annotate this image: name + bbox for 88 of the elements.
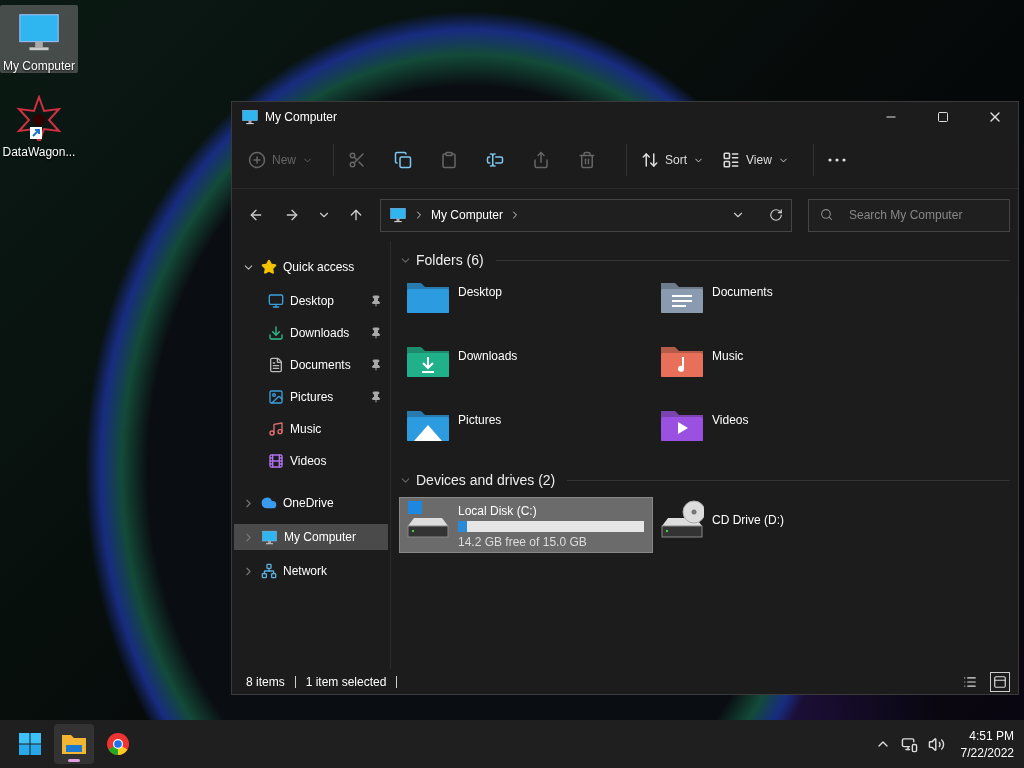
more-icon (827, 158, 846, 162)
desktop-icon[interactable]: My Computer (0, 5, 78, 73)
browser-icon (106, 732, 130, 756)
text-cursor-icon (486, 151, 504, 169)
address-bar[interactable]: My Computer (380, 198, 792, 232)
scissors-icon (348, 151, 366, 169)
view-button[interactable]: View (714, 142, 797, 178)
clock-time: 4:51 PM (969, 728, 1014, 743)
section-header[interactable]: Devices and drives (2) (416, 472, 556, 488)
volume-icon[interactable] (927, 735, 945, 753)
drive-tile[interactable]: CD Drive (D:) (653, 497, 907, 553)
list-icon (963, 674, 977, 689)
sidebar-item[interactable]: Desktop (234, 288, 388, 314)
clock-date: 7/22/2022 (960, 745, 1014, 760)
refresh-icon (769, 208, 783, 222)
drive-name: CD Drive (D:) (712, 513, 785, 527)
hard-drive-icon (406, 500, 450, 538)
cd-drive-icon (660, 500, 704, 538)
drive-name: Local Disk (C:) (458, 504, 538, 518)
computer-icon (389, 206, 407, 224)
download-icon (268, 325, 284, 341)
computer-icon (261, 528, 278, 546)
network-icon (261, 563, 277, 579)
address-path: My Computer (431, 208, 504, 222)
sort-icon (641, 151, 659, 169)
share-icon (532, 151, 550, 169)
folder-icon (660, 344, 704, 378)
desktop-icon-label: My Computer (3, 59, 75, 73)
folder-name: Downloads (458, 349, 518, 363)
folder-icon (61, 733, 87, 755)
tile-icon (993, 674, 1007, 689)
drive-tile[interactable]: Local Disk (C:) 14.2 GB free of 15.0 GB (399, 497, 653, 553)
status-text: 8 items (246, 674, 285, 689)
folder-icon (660, 408, 704, 442)
file-explorer-button[interactable] (54, 724, 94, 764)
trash-icon (578, 151, 596, 169)
tiles-view-button[interactable] (990, 671, 1010, 692)
list-icon (722, 151, 741, 169)
folder-name: Desktop (458, 285, 503, 299)
maximize-icon (937, 111, 949, 123)
sidebar-item[interactable]: OneDrive (234, 490, 388, 516)
arrow-right-icon (284, 207, 300, 223)
sidebar-item[interactable]: Network (234, 558, 388, 584)
folder-name: Music (712, 349, 744, 363)
desktop-icon[interactable]: DataWagon... (0, 91, 78, 159)
monitor-icon (268, 293, 284, 309)
desktop-icon-label: DataWagon... (2, 145, 76, 159)
search-icon (820, 207, 833, 221)
computer-icon (241, 108, 259, 126)
sidebar-item[interactable]: Videos (234, 448, 388, 474)
folder-tile[interactable]: Videos (653, 405, 907, 461)
window-title: My Computer (265, 110, 339, 124)
folder-tile[interactable]: Downloads (399, 341, 653, 397)
sidebar-item[interactable]: Pictures (234, 384, 388, 410)
folder-tile[interactable]: Pictures (399, 405, 653, 461)
folder-name: Pictures (458, 413, 502, 427)
star-icon (261, 259, 277, 275)
folder-name: Documents (712, 285, 773, 299)
sidebar-item[interactable]: Documents (234, 352, 388, 378)
folder-icon (406, 280, 450, 314)
sidebar-item[interactable]: Music (234, 416, 388, 442)
music-note-icon (268, 421, 284, 437)
sidebar-item[interactable]: Downloads (234, 320, 388, 346)
search-field[interactable]: Search My Computer (808, 198, 1010, 232)
sidebar-item[interactable]: My Computer (234, 524, 388, 550)
folder-tile[interactable]: Desktop (399, 277, 653, 333)
copy-icon (394, 151, 412, 169)
network-icon[interactable] (900, 735, 918, 753)
folder-icon (406, 408, 450, 442)
folder-icon (406, 344, 450, 378)
clipboard-icon (440, 151, 458, 169)
plus-circle-icon (248, 151, 266, 169)
folder-icon (660, 280, 704, 314)
status-text: 1 item selected (305, 674, 387, 689)
cloud-icon (261, 495, 277, 511)
folder-tile[interactable]: Music (653, 341, 907, 397)
document-icon (268, 357, 284, 373)
arrow-left-icon (248, 207, 264, 223)
drive-free-space: 14.2 GB free of 15.0 GB (458, 535, 588, 549)
section-header[interactable]: Folders (6) (416, 252, 484, 268)
folder-name: Videos (712, 413, 749, 427)
folder-tile[interactable]: Documents (653, 277, 907, 333)
star-app-icon (16, 95, 62, 141)
sidebar-item[interactable]: Quick access (234, 254, 388, 280)
windows-logo-icon (18, 732, 42, 756)
film-icon (268, 453, 284, 469)
sort-button[interactable]: Sort (633, 142, 713, 178)
picture-icon (268, 389, 284, 405)
